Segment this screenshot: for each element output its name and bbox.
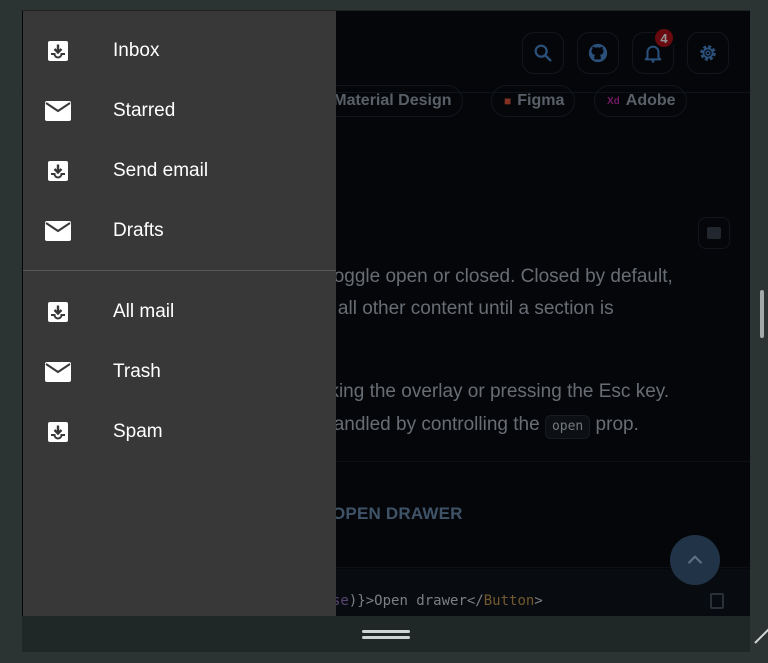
drawer-item-inbox[interactable]: Inbox	[23, 21, 336, 81]
resize-corner-icon[interactable]	[754, 628, 768, 644]
inbox-icon	[45, 299, 71, 325]
mail-icon	[45, 359, 71, 385]
drawer-item-all-mail[interactable]: All mail	[23, 282, 336, 342]
inbox-icon	[45, 38, 71, 64]
drawer-item-label: Spam	[113, 421, 163, 442]
drawer-item-send-email[interactable]: Send email	[23, 141, 336, 201]
drawer-item-label: All mail	[113, 301, 175, 322]
drawer-item-label: Drafts	[113, 220, 164, 241]
drawer-item-label: Send email	[113, 160, 209, 181]
drawer-item-spam[interactable]: Spam	[23, 402, 336, 462]
bottom-bar	[22, 616, 750, 652]
drawer-item-label: Starred	[113, 100, 176, 121]
inbox-icon	[45, 419, 71, 445]
navigation-drawer: Inbox Starred Send email Drafts All mail…	[23, 11, 336, 616]
drawer-item-trash[interactable]: Trash	[23, 342, 336, 402]
scrollbar-thumb[interactable]	[760, 290, 764, 338]
drawer-item-starred[interactable]: Starred	[23, 81, 336, 141]
drawer-item-drafts[interactable]: Drafts	[23, 201, 336, 261]
inbox-icon	[45, 158, 71, 184]
mail-icon	[45, 218, 71, 244]
drawer-item-label: Inbox	[113, 40, 160, 61]
drawer-item-label: Trash	[113, 361, 161, 382]
drawer-divider	[23, 270, 336, 271]
mail-icon	[45, 98, 71, 124]
drag-handle[interactable]	[362, 630, 410, 639]
